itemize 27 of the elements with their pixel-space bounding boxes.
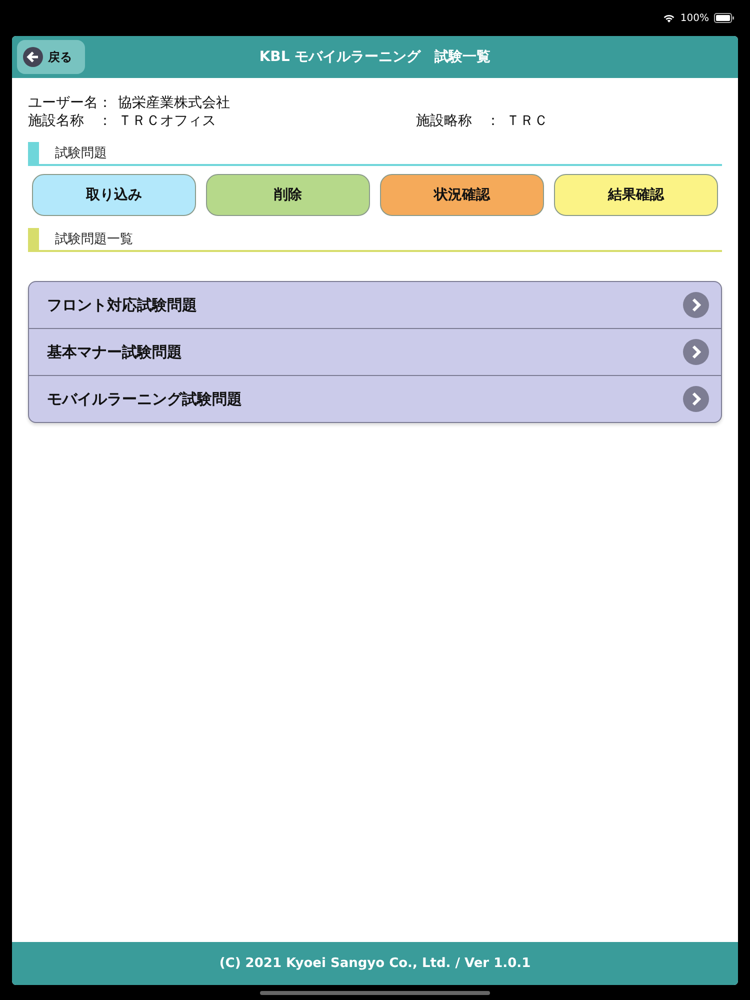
chevron-right-icon (683, 386, 709, 412)
user-label: ユーザー名： (28, 94, 112, 112)
section-title: 試験問題 (55, 145, 107, 162)
battery-icon (714, 13, 734, 23)
exam-title: モバイルラーニング試験問題 (47, 390, 242, 408)
abbreviation-label: 施設略称 ： (416, 112, 500, 130)
action-button[interactable]: 削除 (206, 174, 370, 216)
copyright-footer: (C) 2021 Kyoei Sangyo Co., Ltd. / Ver 1.0.1 (12, 942, 738, 985)
action-button[interactable]: 取り込み (32, 174, 196, 216)
facility-label: 施設名称 ： (28, 112, 112, 130)
user-name: 協栄産業株式会社 (118, 94, 230, 112)
window-title: KBL モバイルラーニング 試験一覧 (259, 48, 491, 66)
facility-name: ＴＲＣオフィス (118, 112, 217, 130)
exam-list-item[interactable]: 基本マナー試験問題 (29, 328, 721, 375)
wifi-icon (663, 13, 676, 23)
battery-percentage: 100% (680, 12, 709, 24)
chevron-right-icon (683, 292, 709, 318)
exam-title: 基本マナー試験問題 (47, 342, 182, 362)
chevron-right-icon (683, 339, 709, 365)
action-button[interactable]: 結果確認 (554, 174, 718, 216)
exam-list-item[interactable]: モバイルラーニング試験問題 (29, 375, 721, 422)
facility-abbreviation: ＴＲＣ (506, 112, 548, 130)
section-title: 試験問題一覧 (55, 231, 133, 248)
action-button[interactable]: 状況確認 (380, 174, 544, 216)
exam-title: フロント対応試験問題 (47, 296, 197, 314)
exam-list-item[interactable]: フロント対応試験問題 (29, 282, 721, 328)
back-button[interactable]: 戻る (17, 40, 85, 74)
